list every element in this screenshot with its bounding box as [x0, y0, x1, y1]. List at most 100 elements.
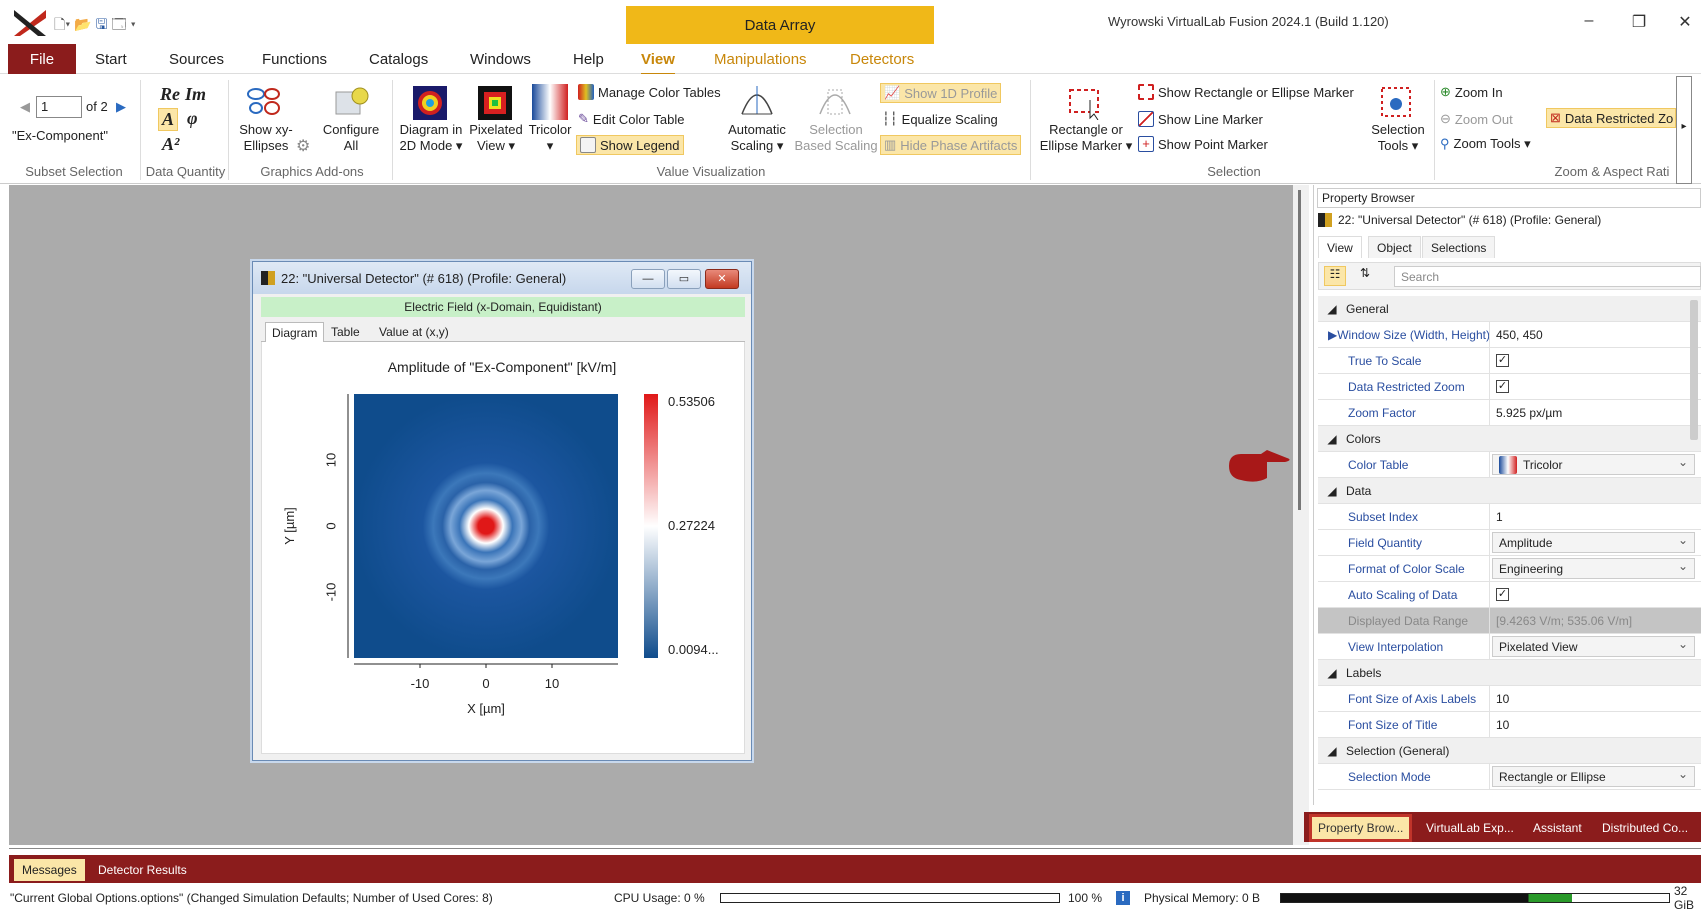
selection-mode-dropdown[interactable]: Rectangle or Ellipse — [1492, 766, 1695, 787]
show-legend-button[interactable]: Show Legend — [576, 135, 684, 155]
menu-detectors[interactable]: Detectors — [850, 51, 914, 68]
expand-icon[interactable]: ▶ — [1328, 328, 1337, 342]
menu-manipulations[interactable]: Manipulations — [714, 51, 807, 68]
collapse-icon[interactable]: ◢ — [1318, 744, 1346, 758]
tab-table[interactable]: Table — [325, 322, 366, 342]
zoom-out-button[interactable]: ⊖ Zoom Out — [1440, 111, 1513, 127]
property-value[interactable]: 10 — [1490, 686, 1701, 711]
hide-phase-artifacts-button[interactable]: ▥ Hide Phase Artifacts — [880, 135, 1022, 155]
color-table-dropdown[interactable]: Tricolor — [1492, 454, 1695, 475]
menu-help[interactable]: Help — [573, 51, 604, 68]
splitter-grip[interactable] — [1298, 190, 1301, 510]
imag-part-button[interactable]: Im — [185, 84, 206, 105]
collapse-icon[interactable]: ◢ — [1318, 302, 1346, 316]
gear-icon[interactable]: ⚙ — [296, 136, 310, 156]
data-restricted-zoom-checkbox[interactable]: ✓ — [1496, 380, 1509, 393]
new-file-icon[interactable]: 🗋 — [54, 16, 65, 32]
collapse-icon[interactable]: ◢ — [1318, 484, 1346, 498]
equalize-scaling-button[interactable]: ┆┆ Equalize Scaling — [882, 111, 998, 127]
property-value[interactable]: 1 — [1490, 504, 1701, 529]
tab-property-browser[interactable]: Property Brow... — [1308, 814, 1413, 842]
menu-windows[interactable]: Windows — [470, 51, 531, 68]
info-icon[interactable]: i — [1116, 891, 1130, 905]
pb-scrollbar[interactable] — [1690, 300, 1698, 440]
doc-close-button[interactable]: ✕ — [705, 269, 739, 289]
property-row[interactable]: True To Scale ✓ — [1318, 348, 1701, 374]
minimize-button[interactable]: – — [1574, 12, 1604, 30]
automatic-scaling-button[interactable]: Automatic Scaling ▾ — [722, 122, 792, 154]
menu-catalogs[interactable]: Catalogs — [369, 51, 428, 68]
phase-button[interactable]: φ — [187, 108, 198, 129]
selection-based-scaling-button[interactable]: Selection Based Scaling — [794, 122, 878, 154]
doc-minimize-button[interactable]: — — [631, 269, 665, 289]
alphabetical-sort-icon[interactable]: ⇅ — [1354, 266, 1376, 286]
property-row[interactable]: View Interpolation Pixelated View — [1318, 634, 1701, 660]
pixelated-view-button[interactable]: Pixelated View ▾ — [466, 122, 526, 154]
tab-messages[interactable]: Messages — [14, 859, 85, 881]
pb-search-input[interactable]: Search — [1394, 266, 1701, 287]
menu-view[interactable]: View — [641, 51, 675, 75]
real-part-button[interactable]: Re — [160, 84, 180, 105]
pb-tab-object[interactable]: Object — [1368, 236, 1421, 258]
doc-maximize-button[interactable]: ▭ — [667, 269, 701, 289]
property-row[interactable]: Auto Scaling of Data ✓ — [1318, 582, 1701, 608]
quick-access-toolbar[interactable]: 🗋▾ 📂 🖫 🗔 ▾ — [54, 14, 136, 38]
property-row[interactable]: Selection Mode Rectangle or Ellipse — [1318, 764, 1701, 790]
property-row[interactable]: Font Size of Axis Labels 10 — [1318, 686, 1701, 712]
tricolor-button[interactable]: Tricolor ▾ — [526, 122, 574, 154]
category-colors[interactable]: ◢ Colors — [1318, 426, 1701, 452]
restore-button[interactable]: ❐ — [1624, 12, 1654, 32]
view-interpolation-dropdown[interactable]: Pixelated View — [1492, 636, 1695, 657]
categorized-view-icon[interactable]: ☷ — [1324, 266, 1346, 286]
tab-detector-results[interactable]: Detector Results — [90, 859, 195, 881]
diagram-2d-mode-button[interactable]: Diagram in 2D Mode ▾ — [396, 122, 466, 154]
close-button[interactable]: ✕ — [1670, 12, 1700, 32]
prev-subset-icon[interactable]: ◀ — [20, 99, 30, 115]
tab-virtuallab-explorer[interactable]: VirtualLab Exp... — [1420, 817, 1520, 839]
show-line-marker-button[interactable]: Show Line Marker — [1138, 111, 1263, 127]
show-point-marker-button[interactable]: + Show Point Marker — [1138, 136, 1268, 152]
property-row[interactable]: Font Size of Title 10 — [1318, 712, 1701, 738]
show-rectangle-marker-button[interactable]: Show Rectangle or Ellipse Marker — [1138, 84, 1354, 100]
data-restricted-zoom-button[interactable]: ⊠ Data Restricted Zo — [1546, 108, 1676, 128]
menu-start[interactable]: Start — [95, 51, 127, 68]
tab-distributed-computing[interactable]: Distributed Co... — [1596, 817, 1694, 839]
property-row[interactable]: Data Restricted Zoom ✓ — [1318, 374, 1701, 400]
auto-scaling-checkbox[interactable]: ✓ — [1496, 588, 1509, 601]
tab-assistant[interactable]: Assistant — [1527, 817, 1588, 839]
collapse-icon[interactable]: ◢ — [1318, 432, 1346, 446]
color-scale-format-dropdown[interactable]: Engineering — [1492, 558, 1695, 579]
menu-sources[interactable]: Sources — [169, 51, 224, 68]
pb-tab-view[interactable]: View — [1318, 236, 1362, 258]
show-1d-profile-button[interactable]: 📈 Show 1D Profile — [880, 83, 1002, 103]
rectangle-ellipse-marker-button[interactable]: Rectangle or Ellipse Marker ▾ — [1036, 122, 1136, 154]
splitter[interactable] — [1293, 185, 1309, 845]
tab-diagram[interactable]: Diagram — [265, 322, 325, 342]
open-folder-icon[interactable]: 📂 — [74, 16, 91, 32]
edit-color-table-button[interactable]: ✎ Edit Color Table — [578, 111, 684, 127]
amplitude-button[interactable]: A — [158, 108, 179, 131]
category-general[interactable]: ◢ General — [1318, 296, 1701, 322]
true-to-scale-checkbox[interactable]: ✓ — [1496, 354, 1509, 367]
menu-file[interactable]: File — [8, 44, 76, 74]
amplitude-heatmap-chart[interactable]: Amplitude of "Ex-Component" [kV/m] -10 0 10… — [262, 342, 744, 752]
property-row[interactable]: Subset Index 1 — [1318, 504, 1701, 530]
zoom-in-button[interactable]: ⊕ Zoom In — [1440, 84, 1503, 100]
subset-index-input[interactable]: 1 — [36, 96, 82, 118]
window-icon[interactable]: 🗔 — [112, 16, 127, 32]
manage-color-tables-button[interactable]: Manage Color Tables — [578, 84, 721, 100]
property-value[interactable]: 450, 450 — [1490, 322, 1701, 347]
show-xy-ellipses-button[interactable]: Show xy- Ellipses — [236, 122, 296, 154]
property-value[interactable]: 5.925 px/µm — [1490, 400, 1701, 425]
property-row[interactable]: Color Table Tricolor — [1318, 452, 1701, 478]
tab-value-at[interactable]: Value at (x,y) — [373, 322, 455, 342]
category-labels[interactable]: ◢ Labels — [1318, 660, 1701, 686]
save-icon[interactable]: 🖫 — [96, 16, 108, 32]
property-row[interactable]: Zoom Factor 5.925 px/µm — [1318, 400, 1701, 426]
property-value[interactable]: 10 — [1490, 712, 1701, 737]
configure-all-button[interactable]: Configure All — [318, 122, 384, 154]
next-subset-icon[interactable]: ▶ — [116, 99, 126, 115]
selection-tools-button[interactable]: Selection Tools ▾ — [1366, 122, 1430, 154]
zoom-tools-button[interactable]: ⚲ Zoom Tools ▾ — [1440, 136, 1531, 152]
field-quantity-dropdown[interactable]: Amplitude — [1492, 532, 1695, 553]
